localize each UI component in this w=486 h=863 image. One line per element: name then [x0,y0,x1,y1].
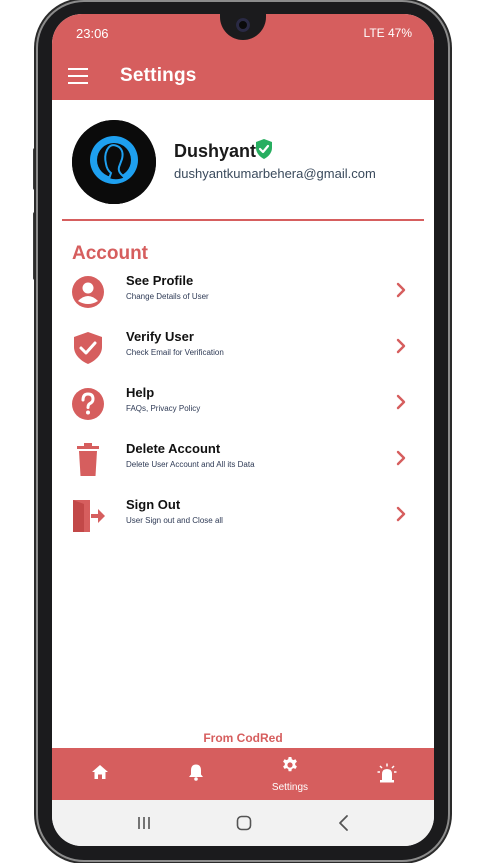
nav-alert-button[interactable] [356,748,416,800]
user-name: Dushyant [174,141,257,161]
menu-item-subtitle: Check Email for Verification [126,348,224,357]
status-indicators: LTE 47% [363,26,412,40]
footer-credit: From CodRed [203,731,283,745]
front-camera [236,18,250,32]
menu-item-title: Sign Out [126,497,181,512]
menu-item-help[interactable]: Help FAQs, Privacy Policy [62,376,424,430]
profile-header: Dushyant dushyantkumarbehera@gmail.com [52,100,434,220]
menu-item-sign-out[interactable]: Sign Out User Sign out and Close all [62,488,424,542]
menu-item-verify-user[interactable]: Verify User Check Email for Verification [62,320,424,374]
menu-item-delete-account[interactable]: Delete Account Delete User Account and A… [62,432,424,486]
menu-item-see-profile[interactable]: See Profile Change Details of User [62,264,424,318]
status-time: 23:06 [76,26,109,41]
menu-item-title: Delete Account [126,441,221,456]
home-system-icon[interactable] [234,813,254,833]
chevron-right-icon [396,282,406,298]
bottom-navigation: Settings [52,748,434,800]
shield-check-icon [74,332,102,364]
menu-item-subtitle: Delete User Account and All its Data [126,460,255,469]
section-title-account: Account [72,243,148,264]
help-circle-icon [72,388,104,420]
exit-door-icon [73,500,105,532]
user-circle-icon [72,276,104,308]
chevron-right-icon [396,450,406,466]
menu-item-title: See Profile [126,273,194,288]
alarm-siren-icon [377,763,397,783]
nav-settings-button[interactable]: Settings [260,748,320,800]
user-email: dushyantkumarbehera@gmail.com [174,166,376,181]
verified-badge-icon [256,139,272,159]
status-bar: 23:06 LTE 47% [52,14,434,52]
page-title: Settings [120,65,197,86]
menu-item-title: Verify User [126,329,194,344]
menu-item-subtitle: Change Details of User [126,292,209,301]
nav-notifications-button[interactable] [166,748,226,800]
back-icon[interactable] [334,813,354,833]
home-icon [92,765,108,779]
recent-apps-icon[interactable] [134,813,154,833]
divider [62,219,424,221]
chevron-right-icon [396,338,406,354]
trash-icon [77,443,99,476]
system-navigation-bar [52,800,434,846]
gear-icon [283,757,297,772]
chevron-right-icon [396,394,406,410]
bell-icon [189,764,203,781]
chevron-right-icon [396,506,406,522]
menu-item-title: Help [126,385,155,400]
menu-item-subtitle: User Sign out and Close all [126,516,223,525]
hamburger-menu-icon[interactable] [68,68,88,84]
avatar[interactable] [72,120,156,204]
menu-item-subtitle: FAQs, Privacy Policy [126,404,201,413]
nav-home-button[interactable] [70,748,130,800]
nav-settings-label: Settings [271,782,309,793]
app-bar: Settings [52,52,434,100]
phone-screen: 23:06 LTE 47% Settings Dushyant dushyant… [52,14,434,846]
user-silhouette-icon [72,120,156,204]
